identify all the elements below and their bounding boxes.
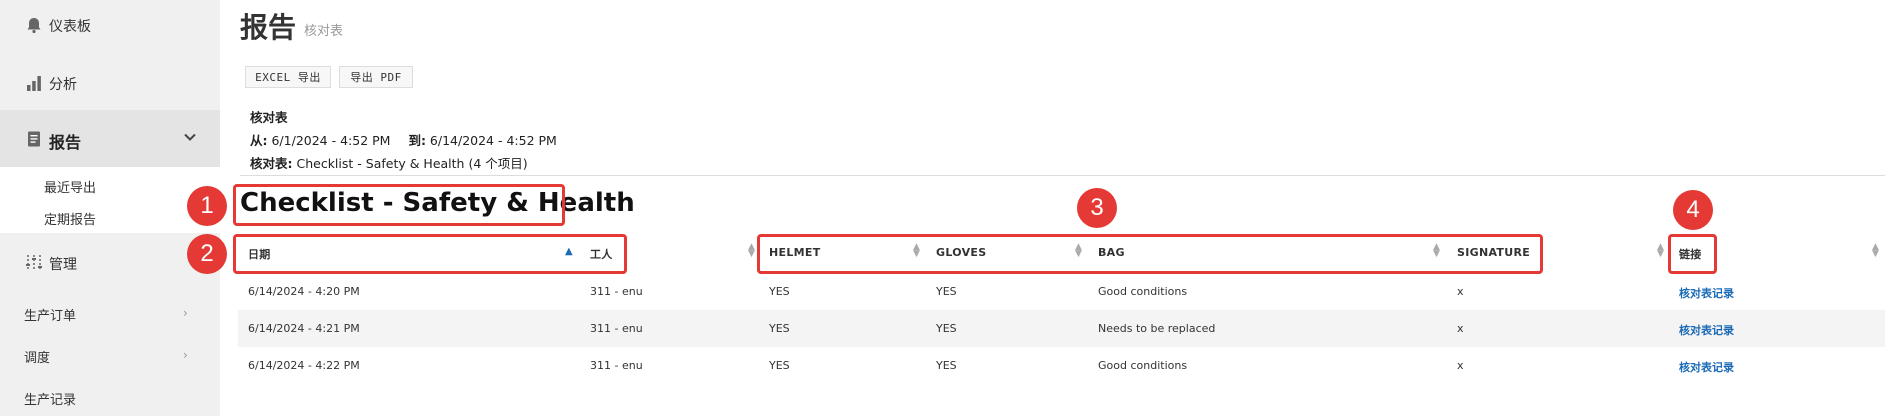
export-excel-button[interactable]: EXCEL 导出 xyxy=(245,66,331,88)
cell-helmet: YES xyxy=(769,359,790,372)
sidebar-item-reports[interactable]: 报告 xyxy=(0,110,220,167)
annotation-box-2 xyxy=(233,234,627,274)
sidebar-item-production-records[interactable]: 生产记录 xyxy=(24,389,76,408)
annotation-badge-3: 3 xyxy=(1077,188,1117,228)
cell-worker: 311 - enu xyxy=(590,359,643,372)
annotation-box-3 xyxy=(757,234,1543,274)
sidebar-item-scheduling[interactable]: 调度 xyxy=(24,347,50,366)
cell-helmet: YES xyxy=(769,285,790,298)
sidebar-item-scheduled-reports[interactable]: 定期报告 xyxy=(44,209,96,228)
cell-worker: 311 - enu xyxy=(590,322,643,335)
cell-helmet: YES xyxy=(769,322,790,335)
cell-signature: x xyxy=(1457,322,1464,335)
cell-gloves: YES xyxy=(936,322,957,335)
export-pdf-button[interactable]: 导出 PDF xyxy=(339,66,413,88)
from-label: 从: xyxy=(250,133,268,148)
sidebar-item-label: 仪表板 xyxy=(49,19,91,35)
to-value: 6/14/2024 - 4:52 PM xyxy=(429,133,557,148)
from-value: 6/1/2024 - 4:52 PM xyxy=(271,133,391,148)
divider xyxy=(240,175,1885,176)
bar-chart-icon xyxy=(24,73,44,93)
annotation-box-1 xyxy=(233,184,565,226)
chevron-down-icon[interactable] xyxy=(183,129,197,148)
document-icon xyxy=(24,129,44,149)
info-heading: 核对表 xyxy=(250,110,288,125)
sliders-icon xyxy=(24,253,44,273)
cell-bag: Needs to be replaced xyxy=(1098,322,1216,335)
reports-section: 报告 最近导出 定期报告 xyxy=(0,110,220,233)
sidebar-item-dashboard[interactable]: 仪表板 xyxy=(0,10,220,40)
table-row: 6/14/2024 - 4:22 PM 311 - enu YES YES Go… xyxy=(238,347,1885,384)
sidebar-item-analytics[interactable]: 分析 xyxy=(0,68,220,98)
cell-signature: x xyxy=(1457,285,1464,298)
sidebar-item-label: 分析 xyxy=(49,77,77,93)
cell-gloves: YES xyxy=(936,359,957,372)
cell-worker: 311 - enu xyxy=(590,285,643,298)
cell-date: 6/14/2024 - 4:20 PM xyxy=(248,285,360,298)
cell-signature: x xyxy=(1457,359,1464,372)
cell-date: 6/14/2024 - 4:21 PM xyxy=(248,322,360,335)
cell-gloves: YES xyxy=(936,285,957,298)
chevron-right-icon: › xyxy=(183,348,188,362)
table-row: 6/14/2024 - 4:21 PM 311 - enu YES YES Ne… xyxy=(238,310,1885,347)
annotation-box-4 xyxy=(1668,234,1717,274)
checklist-value: Checklist - Safety & Health (4 个项目) xyxy=(296,156,528,171)
date-range: 从: 6/1/2024 - 4:52 PM 到: 6/14/2024 - 4:5… xyxy=(250,130,557,149)
annotation-badge-1: 1 xyxy=(187,186,227,226)
checklist-record-link[interactable]: 核对表记录 xyxy=(1679,285,1734,301)
annotation-badge-4: 4 xyxy=(1673,190,1713,230)
sidebar-item-label: 报告 xyxy=(49,133,82,152)
sort-icon[interactable]: ▲ ▼ xyxy=(1657,243,1664,259)
sidebar-item-label: 管理 xyxy=(49,257,77,273)
checklist-record-link[interactable]: 核对表记录 xyxy=(1679,359,1734,375)
checklist-record-link[interactable]: 核对表记录 xyxy=(1679,322,1734,338)
page-subtitle: 核对表 xyxy=(304,24,344,39)
checklist-label: 核对表: xyxy=(250,156,293,171)
table-row: 6/14/2024 - 4:20 PM 311 - enu YES YES Go… xyxy=(238,273,1885,310)
cell-bag: Good conditions xyxy=(1098,285,1188,298)
sidebar-item-recent-exports[interactable]: 最近导出 xyxy=(44,177,96,196)
checklist-info: 核对表: Checklist - Safety & Health (4 个项目) xyxy=(250,153,528,172)
sort-icon[interactable]: ▲ ▼ xyxy=(1872,243,1879,259)
page-title: 报告 xyxy=(240,11,297,44)
sort-icon[interactable]: ▲ ▼ xyxy=(748,243,755,259)
annotation-badge-2: 2 xyxy=(187,234,227,274)
cell-date: 6/14/2024 - 4:22 PM xyxy=(248,359,360,372)
sidebar-item-production-orders[interactable]: 生产订单 xyxy=(24,305,76,324)
bell-icon xyxy=(24,15,44,35)
cell-bag: Good conditions xyxy=(1098,359,1188,372)
chevron-right-icon: › xyxy=(183,306,188,320)
to-label: 到: xyxy=(408,133,426,148)
